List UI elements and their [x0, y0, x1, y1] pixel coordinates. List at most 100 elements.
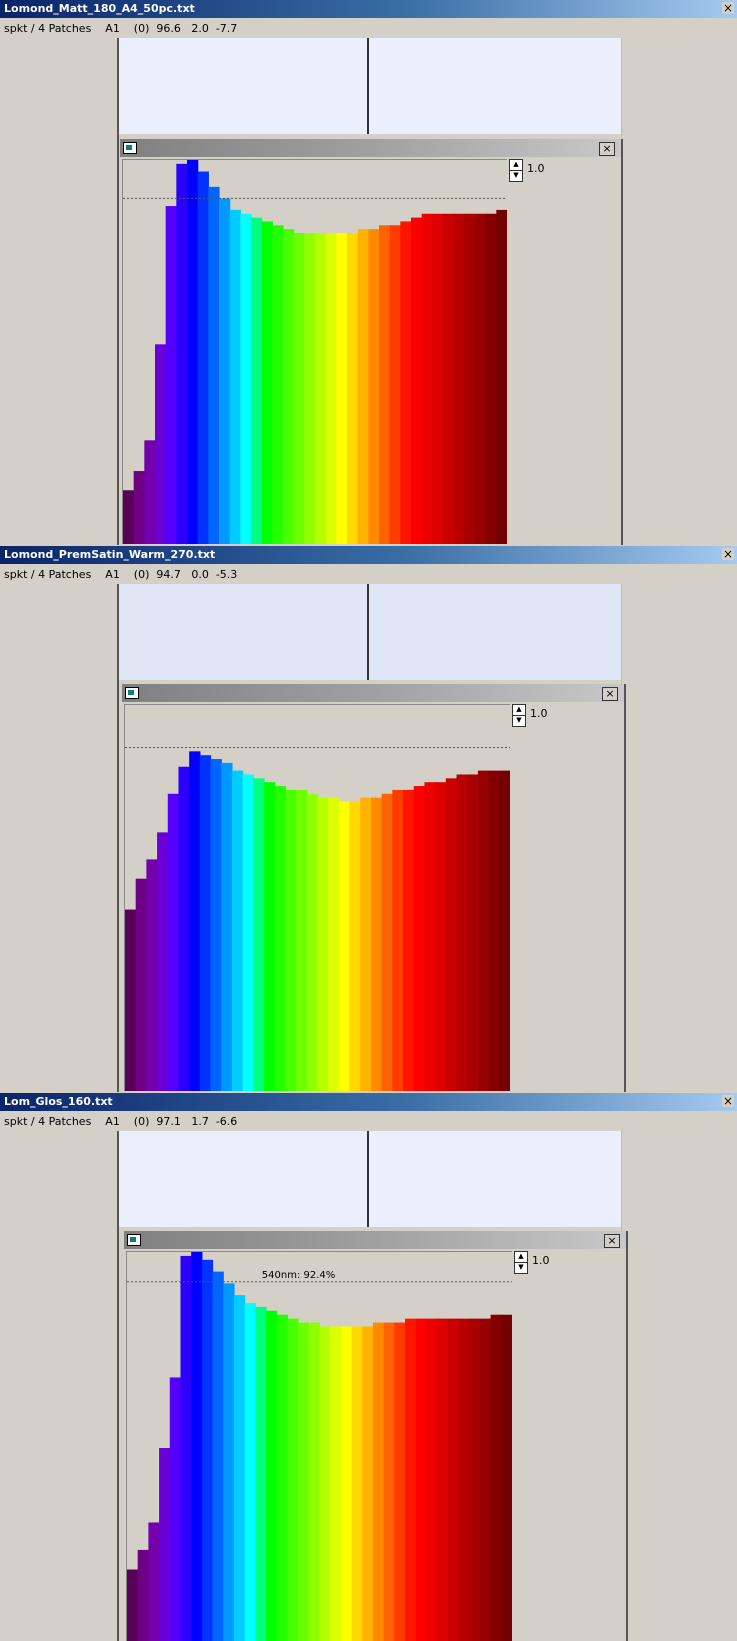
- spectrum-bar-700nm: [469, 1318, 481, 1641]
- spectrum-chart-window: × ▲ ▼ 1.0: [122, 684, 626, 1092]
- spectrum-bar-700nm: [464, 213, 476, 544]
- spectrum-bar-530nm: [287, 1318, 299, 1641]
- right-pane: [621, 1131, 737, 1641]
- patch-info: spkt / 4 Patches A1 (0) 97.1 1.7 -6.6: [4, 1115, 238, 1128]
- system-menu-icon[interactable]: [123, 142, 137, 154]
- title-bar[interactable]: Lomond_PremSatin_Warm_270.txt ×: [0, 546, 737, 564]
- scale-label: 1.0: [527, 162, 545, 175]
- spectrum-bar-630nm: [392, 789, 404, 1091]
- spectrum-bar-610nm: [372, 1322, 385, 1641]
- spectrum-bar-540nm: [298, 1322, 310, 1641]
- spectrum-bar-570nm: [330, 1326, 342, 1641]
- spectrum-bar-450nm: [197, 171, 209, 544]
- spectrum-bar-520nm: [272, 225, 284, 544]
- color-swatch-left[interactable]: [119, 38, 367, 134]
- spectrum-bar-440nm: [187, 160, 199, 544]
- info-bar: spkt / 4 Patches A1 (0) 94.7 0.0 -5.3: [0, 564, 737, 584]
- spectrum-bar-590nm: [347, 232, 359, 544]
- spectrum-bar-450nm: [199, 755, 212, 1091]
- workspace: × 540nm: 92.4% ▲ ▼ 1.0: [0, 1131, 737, 1641]
- spectrum-bar-440nm: [189, 751, 201, 1091]
- spectrum-bar-460nm: [210, 759, 222, 1091]
- right-pane: [621, 38, 737, 545]
- spectrum-plot-area[interactable]: 540nm: 92.4%: [126, 1251, 512, 1641]
- spectrum-bar-600nm: [360, 797, 372, 1091]
- spectrum-bar-510nm: [266, 1310, 278, 1641]
- spectrum-bar-670nm: [432, 213, 444, 544]
- close-icon[interactable]: ×: [722, 1095, 734, 1107]
- spectrum-bar-710nm: [479, 1318, 492, 1641]
- spectrum-bar-380nm: [127, 1569, 139, 1641]
- spectrum-bar-560nm: [319, 1326, 331, 1641]
- spectrum-bar-660nm: [426, 1318, 438, 1641]
- spectrum-bar-380nm: [125, 909, 137, 1091]
- spectrum-bar-400nm: [146, 859, 158, 1091]
- scale-down-button[interactable]: ▼: [509, 170, 523, 182]
- spectrum-chart: 540nm: 92.4%: [127, 1252, 512, 1641]
- spectrum-bar-500nm: [251, 217, 263, 544]
- spectrum-bar-420nm: [167, 793, 180, 1091]
- spectrum-bar-640nm: [405, 1318, 417, 1641]
- close-icon[interactable]: ×: [602, 687, 618, 701]
- spectrum-bar-580nm: [338, 801, 351, 1091]
- close-icon[interactable]: ×: [722, 548, 734, 560]
- spectrum-bar-530nm: [283, 229, 295, 544]
- spectrum-bar-620nm: [379, 225, 391, 544]
- spectrum-bar-460nm: [208, 186, 220, 544]
- spectrum-bar-640nm: [400, 221, 412, 544]
- scale-down-button[interactable]: ▼: [512, 715, 526, 727]
- close-icon[interactable]: ×: [722, 2, 734, 14]
- spectrum-bar-720nm: [490, 1314, 502, 1641]
- spectrum-plot-area[interactable]: [124, 704, 510, 1091]
- spectrum-window: Lomond_PremSatin_Warm_270.txt × spkt / 4…: [0, 546, 737, 1092]
- spectrum-bar-620nm: [381, 793, 393, 1091]
- title-bar[interactable]: Lomond_Matt_180_A4_50pc.txt ×: [0, 0, 737, 18]
- chart-title-bar[interactable]: ×: [120, 139, 621, 157]
- color-swatch-left[interactable]: [119, 584, 367, 680]
- spectrum-bar-600nm: [357, 229, 369, 544]
- scale-down-button[interactable]: ▼: [514, 1262, 528, 1274]
- window-title: Lomond_PremSatin_Warm_270.txt: [4, 548, 216, 561]
- workspace: × ▲ ▼ 1.0: [0, 38, 737, 545]
- workspace: × ▲ ▼ 1.0: [0, 584, 737, 1092]
- info-bar: spkt / 4 Patches A1 (0) 96.6 2.0 -7.7: [0, 18, 737, 38]
- spectrum-bar-610nm: [368, 229, 380, 544]
- system-menu-icon[interactable]: [125, 687, 139, 699]
- spectrum-plot-area[interactable]: [122, 159, 507, 544]
- spectrum-bar-390nm: [133, 471, 145, 544]
- color-swatch-right[interactable]: [369, 38, 621, 134]
- spectrum-bar-690nm: [453, 213, 465, 544]
- color-swatch-left[interactable]: [119, 1131, 367, 1227]
- spectrum-bar-400nm: [148, 1522, 160, 1641]
- spectrum-bar-390nm: [137, 1549, 149, 1641]
- spectrum-bar-640nm: [403, 789, 415, 1091]
- spectrum-bar-420nm: [165, 206, 177, 544]
- color-swatch-right[interactable]: [369, 1131, 621, 1227]
- spectrum-bar-570nm: [325, 232, 337, 544]
- spectrum-bar-390nm: [135, 878, 147, 1091]
- spectrum-bar-560nm: [315, 232, 327, 544]
- spectrum-bar-690nm: [458, 1318, 470, 1641]
- spectrum-bar-620nm: [383, 1322, 395, 1641]
- window-title: Lom_Glos_160.txt: [4, 1095, 113, 1108]
- title-bar[interactable]: Lom_Glos_160.txt ×: [0, 1093, 737, 1111]
- spectrum-chart-window: × ▲ ▼ 1.0: [120, 139, 623, 545]
- spectrum-bar-540nm: [296, 789, 308, 1091]
- window-title: Lomond_Matt_180_A4_50pc.txt: [4, 2, 195, 15]
- chart-title-bar[interactable]: ×: [124, 1231, 626, 1249]
- spectrum-bar-460nm: [212, 1271, 224, 1641]
- spectrum-bar-550nm: [306, 793, 319, 1091]
- chart-title-bar[interactable]: ×: [122, 684, 624, 702]
- spectrum-bar-440nm: [191, 1252, 203, 1641]
- spectrum-bar-610nm: [370, 797, 383, 1091]
- system-menu-icon[interactable]: [127, 1234, 141, 1246]
- spectrum-bar-420nm: [169, 1377, 182, 1641]
- close-icon[interactable]: ×: [599, 142, 615, 156]
- scale-label: 1.0: [532, 1254, 550, 1267]
- spectrum-bar-730nm: [496, 209, 507, 544]
- patch-info: spkt / 4 Patches A1 (0) 94.7 0.0 -5.3: [4, 568, 238, 581]
- color-swatch-right[interactable]: [369, 584, 621, 680]
- spectrum-bar-530nm: [285, 789, 297, 1091]
- close-icon[interactable]: ×: [604, 1234, 620, 1248]
- spectrum-bar-470nm: [219, 198, 231, 544]
